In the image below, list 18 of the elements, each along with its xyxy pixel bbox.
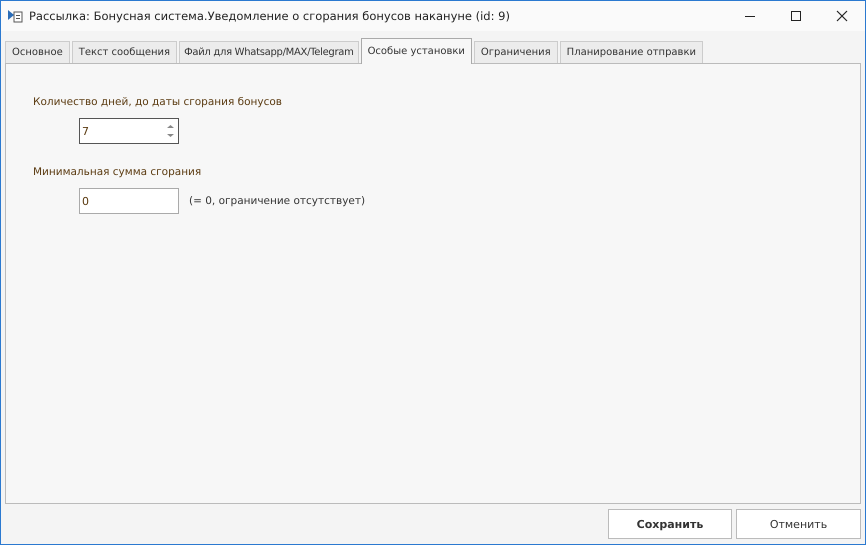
cancel-button[interactable]: Отменить	[736, 509, 861, 539]
number-field[interactable]: 7	[79, 118, 179, 144]
field-label: Количество дней, до даты сгорания бонусов	[33, 96, 283, 108]
app-icon	[7, 8, 23, 24]
field-label: Минимальная сумма сгорания	[33, 166, 202, 178]
input-field[interactable]: 0	[79, 188, 179, 214]
tab[interactable]: Основное	[5, 41, 70, 63]
tab[interactable]: Ограничения	[474, 41, 558, 63]
tab[interactable]: Текст сообщения	[72, 41, 178, 63]
window-title: Рассылка: Бонусная система.Уведомление о сгорания бонусов накануне (id: 9)	[29, 9, 511, 23]
tab[interactable]: Файл для Whatsapp/MAX/Telegram	[179, 41, 359, 63]
field-hint: (= 0, ограничение отсутствует)	[189, 195, 366, 207]
spinner-arrows-icon	[167, 124, 174, 138]
tab[interactable]: Особые установки	[360, 38, 472, 64]
maximize-icon	[790, 10, 802, 22]
close-icon	[836, 10, 848, 22]
tab[interactable]: Планирование отправки	[560, 41, 703, 63]
save-button[interactable]: Сохранить	[608, 509, 732, 539]
